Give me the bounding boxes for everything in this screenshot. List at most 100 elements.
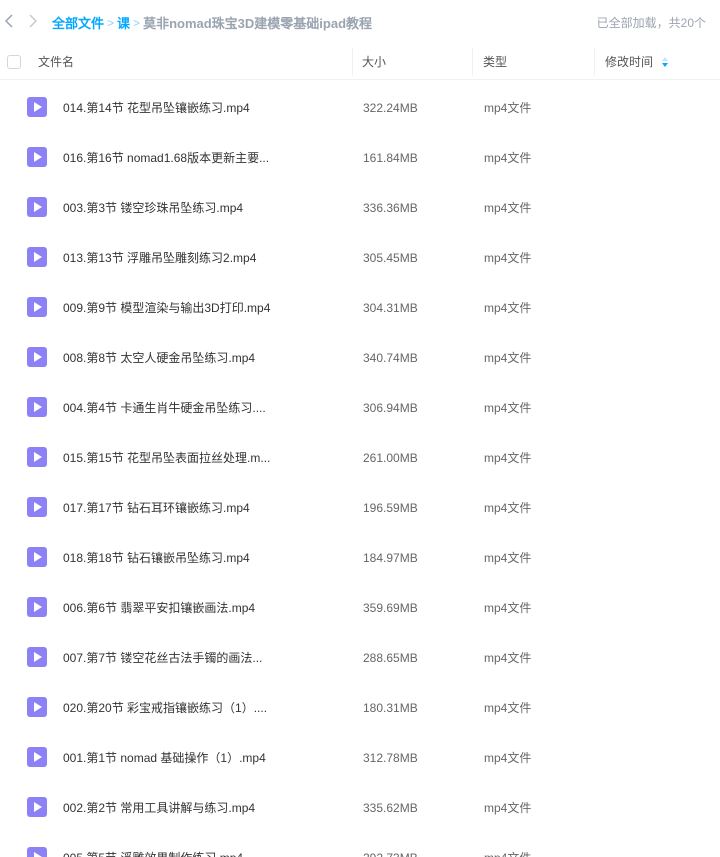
forward-arrow-icon[interactable] xyxy=(24,12,42,30)
file-size: 359.69MB xyxy=(363,601,418,615)
file-row[interactable]: 009.第9节 模型渲染与输出3D打印.mp4 304.31MB mp4文件 xyxy=(0,283,720,333)
file-name[interactable]: 007.第7节 镂空花丝古法手镯的画法... xyxy=(63,633,262,683)
back-arrow-icon[interactable] xyxy=(0,12,18,30)
video-file-icon xyxy=(27,597,47,617)
file-name[interactable]: 006.第6节 翡翠平安扣镶嵌画法.mp4 xyxy=(63,583,255,633)
file-type: mp4文件 xyxy=(484,201,532,215)
select-all-checkbox[interactable] xyxy=(7,55,21,69)
file-type: mp4文件 xyxy=(484,601,532,615)
file-size: 292.73MB xyxy=(363,833,418,857)
file-size: 335.62MB xyxy=(363,801,418,815)
file-name[interactable]: 002.第2节 常用工具讲解与练习.mp4 xyxy=(63,783,255,833)
file-list-header: 文件名 大小 类型 修改时间 xyxy=(0,44,720,80)
file-type: mp4文件 xyxy=(484,701,532,715)
file-type: mp4文件 xyxy=(484,101,532,115)
column-header-name[interactable]: 文件名 xyxy=(38,44,74,80)
column-header-modified-label: 修改时间 xyxy=(605,55,654,69)
file-row[interactable]: 006.第6节 翡翠平安扣镶嵌画法.mp4 359.69MB mp4文件 xyxy=(0,583,720,633)
file-row[interactable]: 014.第14节 花型吊坠镶嵌练习.mp4 322.24MB mp4文件 xyxy=(0,83,720,133)
file-type: mp4文件 xyxy=(484,833,531,857)
file-row[interactable]: 003.第3节 镂空珍珠吊坠练习.mp4 336.36MB mp4文件 xyxy=(0,183,720,233)
file-type: mp4文件 xyxy=(484,801,532,815)
breadcrumb-separator: > xyxy=(107,15,115,30)
file-size: 306.94MB xyxy=(363,401,418,415)
file-name[interactable]: 020.第20节 彩宝戒指镶嵌练习（1）.... xyxy=(63,683,267,733)
file-name[interactable]: 008.第8节 太空人硬金吊坠练习.mp4 xyxy=(63,333,255,383)
video-file-icon xyxy=(27,697,47,717)
file-type: mp4文件 xyxy=(484,151,532,165)
file-row[interactable]: 016.第16节 nomad1.68版本更新主要... 161.84MB mp4… xyxy=(0,133,720,183)
file-size: 261.00MB xyxy=(363,451,418,465)
video-file-icon xyxy=(27,847,47,857)
file-row[interactable]: 020.第20节 彩宝戒指镶嵌练习（1）.... 180.31MB mp4文件 xyxy=(0,683,720,733)
file-row[interactable]: 017.第17节 钻石耳环镶嵌练习.mp4 196.59MB mp4文件 xyxy=(0,483,720,533)
file-size: 196.59MB xyxy=(363,501,418,515)
breadcrumb-current: 莫非nomad珠宝3D建模零基础ipad教程 xyxy=(143,16,373,31)
file-type: mp4文件 xyxy=(484,551,532,565)
file-name[interactable]: 004.第4节 卡通生肖牛硬金吊坠练习.... xyxy=(63,383,266,433)
file-row[interactable]: 005.第5节 浮雕效果制作练习.mp4 292.73MB mp4文件 xyxy=(0,833,720,857)
file-row[interactable]: 007.第7节 镂空花丝古法手镯的画法... 288.65MB mp4文件 xyxy=(0,633,720,683)
file-size: 184.97MB xyxy=(363,551,418,565)
breadcrumb-root-link[interactable]: 全部文件 xyxy=(52,13,104,32)
file-size: 336.36MB xyxy=(363,201,418,215)
file-size: 305.45MB xyxy=(363,251,418,265)
video-file-icon xyxy=(27,497,47,517)
file-type: mp4文件 xyxy=(484,301,532,315)
file-size: 304.31MB xyxy=(363,301,418,315)
video-file-icon xyxy=(27,297,47,317)
top-bar: 全部文件 > 课 > 莫非nomad珠宝3D建模零基础ipad教程 已全部加载，… xyxy=(0,0,720,44)
file-name[interactable]: 005.第5节 浮雕效果制作练习.mp4 xyxy=(63,833,243,857)
file-row[interactable]: 008.第8节 太空人硬金吊坠练习.mp4 340.74MB mp4文件 xyxy=(0,333,720,383)
video-file-icon xyxy=(27,147,47,167)
column-header-modified[interactable]: 修改时间 xyxy=(605,44,669,81)
file-row[interactable]: 013.第13节 浮雕吊坠雕刻练习2.mp4 305.45MB mp4文件 xyxy=(0,233,720,283)
column-divider xyxy=(472,48,473,76)
video-file-icon xyxy=(27,547,47,567)
file-name[interactable]: 018.第18节 钻石镶嵌吊坠练习.mp4 xyxy=(63,533,250,583)
breadcrumb: 全部文件 > 课 > 莫非nomad珠宝3D建模零基础ipad教程 xyxy=(52,13,372,32)
video-file-icon xyxy=(27,347,47,367)
breadcrumb-level1-link[interactable]: 课 xyxy=(117,13,130,32)
file-name[interactable]: 013.第13节 浮雕吊坠雕刻练习2.mp4 xyxy=(63,233,256,283)
video-file-icon xyxy=(27,397,47,417)
file-type: mp4文件 xyxy=(484,751,532,765)
video-file-icon xyxy=(27,247,47,267)
file-size: 288.65MB xyxy=(363,651,418,665)
video-file-icon xyxy=(27,647,47,667)
file-type: mp4文件 xyxy=(484,251,532,265)
file-row[interactable]: 004.第4节 卡通生肖牛硬金吊坠练习.... 306.94MB mp4文件 xyxy=(0,383,720,433)
video-file-icon xyxy=(27,447,47,467)
file-row[interactable]: 015.第15节 花型吊坠表面拉丝处理.m... 261.00MB mp4文件 xyxy=(0,433,720,483)
file-name[interactable]: 003.第3节 镂空珍珠吊坠练习.mp4 xyxy=(63,183,243,233)
file-name[interactable]: 014.第14节 花型吊坠镶嵌练习.mp4 xyxy=(63,83,250,133)
file-name[interactable]: 016.第16节 nomad1.68版本更新主要... xyxy=(63,133,269,183)
file-row[interactable]: 018.第18节 钻石镶嵌吊坠练习.mp4 184.97MB mp4文件 xyxy=(0,533,720,583)
file-type: mp4文件 xyxy=(484,451,532,465)
file-name[interactable]: 009.第9节 模型渲染与输出3D打印.mp4 xyxy=(63,283,270,333)
file-size: 340.74MB xyxy=(363,351,418,365)
file-row[interactable]: 001.第1节 nomad 基础操作（1）.mp4 312.78MB mp4文件 xyxy=(0,733,720,783)
file-name[interactable]: 015.第15节 花型吊坠表面拉丝处理.m... xyxy=(63,433,270,483)
file-name[interactable]: 017.第17节 钻石耳环镶嵌练习.mp4 xyxy=(63,483,250,533)
video-file-icon xyxy=(27,97,47,117)
column-header-size[interactable]: 大小 xyxy=(362,44,386,80)
column-divider xyxy=(594,48,595,76)
column-header-type[interactable]: 类型 xyxy=(483,44,507,80)
video-file-icon xyxy=(27,797,47,817)
file-row[interactable]: 002.第2节 常用工具讲解与练习.mp4 335.62MB mp4文件 xyxy=(0,783,720,833)
file-size: 312.78MB xyxy=(363,751,418,765)
file-name[interactable]: 001.第1节 nomad 基础操作（1）.mp4 xyxy=(63,733,266,783)
file-type: mp4文件 xyxy=(484,351,532,365)
file-size: 180.31MB xyxy=(363,701,418,715)
breadcrumb-separator: > xyxy=(133,15,141,30)
sort-icon[interactable] xyxy=(662,45,669,81)
file-size: 161.84MB xyxy=(363,151,418,165)
file-type: mp4文件 xyxy=(484,651,532,665)
file-type: mp4文件 xyxy=(484,401,532,415)
column-divider xyxy=(352,48,353,76)
file-list: 014.第14节 花型吊坠镶嵌练习.mp4 322.24MB mp4文件 016… xyxy=(0,83,720,857)
load-status: 已全部加载，共20个 xyxy=(596,16,706,30)
file-type: mp4文件 xyxy=(484,501,532,515)
video-file-icon xyxy=(27,747,47,767)
